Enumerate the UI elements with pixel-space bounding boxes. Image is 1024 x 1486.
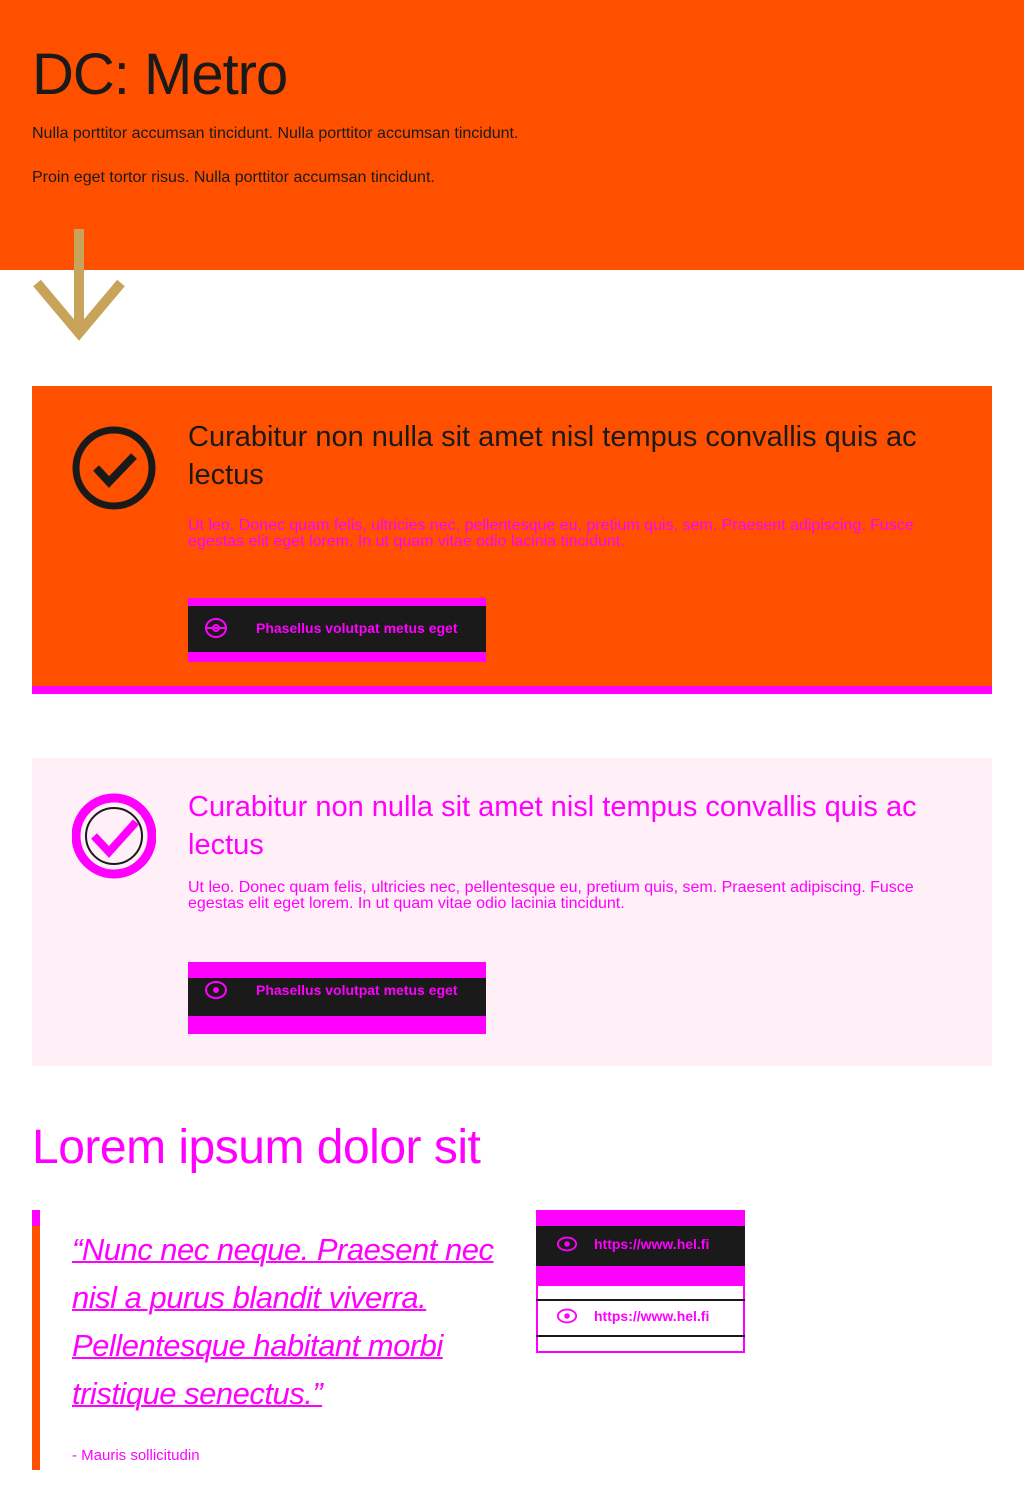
section-title: Lorem ipsum dolor sit [32, 1121, 481, 1174]
eye-icon [556, 1236, 578, 1252]
card-link-label: Phasellus volutpat metus eget [256, 620, 458, 636]
check-circle-icon [72, 793, 156, 879]
highlight-card-secondary: Curabitur non nulla sit amet nisl tempus… [32, 758, 992, 1066]
card-text: Ut leo. Donec quam felis, ultricies nec,… [188, 879, 914, 912]
link-box-divider [536, 1266, 745, 1284]
card-title: Curabitur non nulla sit amet nisl tempus… [188, 791, 917, 861]
arrow-down-icon [33, 229, 125, 341]
check-circle-icon [72, 426, 156, 510]
external-link[interactable]: https://www.hel.fi [556, 1308, 709, 1324]
eye-icon [205, 981, 227, 999]
card-link-button[interactable]: Phasellus volutpat metus eget [188, 598, 486, 662]
quote-bar [32, 1210, 40, 1470]
card-accent-bar [32, 686, 992, 694]
quote-text: “Nunc nec neque. Praesent nec nisl a pur… [72, 1232, 494, 1411]
quote-author: - Mauris sollicitudin [72, 1447, 200, 1464]
koros-wave [0, 230, 1024, 269]
card-link-label: Phasellus volutpat metus eget [256, 982, 458, 998]
external-link-label: https://www.hel.fi [594, 1308, 710, 1324]
quote-bar-accent [32, 1210, 40, 1226]
eye-icon [205, 618, 227, 638]
eye-icon [556, 1308, 578, 1324]
page-title: DC: Metro [32, 42, 288, 107]
hero-paragraph: Proin eget tortor risus. Nulla porttitor… [32, 169, 435, 186]
card-text: Ut leo. Donec quam felis, ultricies nec,… [188, 517, 914, 550]
highlight-card-primary: Curabitur non nulla sit amet nisl tempus… [32, 386, 992, 686]
external-link[interactable]: https://www.hel.fi [556, 1236, 709, 1252]
hero-paragraph: Nulla porttitor accumsan tincidunt. Null… [32, 125, 519, 142]
card-link-button[interactable]: Phasellus volutpat metus eget [188, 962, 486, 1034]
external-link-label: https://www.hel.fi [594, 1236, 710, 1252]
link-box-accent [536, 1210, 745, 1226]
card-title: Curabitur non nulla sit amet nisl tempus… [188, 421, 917, 491]
